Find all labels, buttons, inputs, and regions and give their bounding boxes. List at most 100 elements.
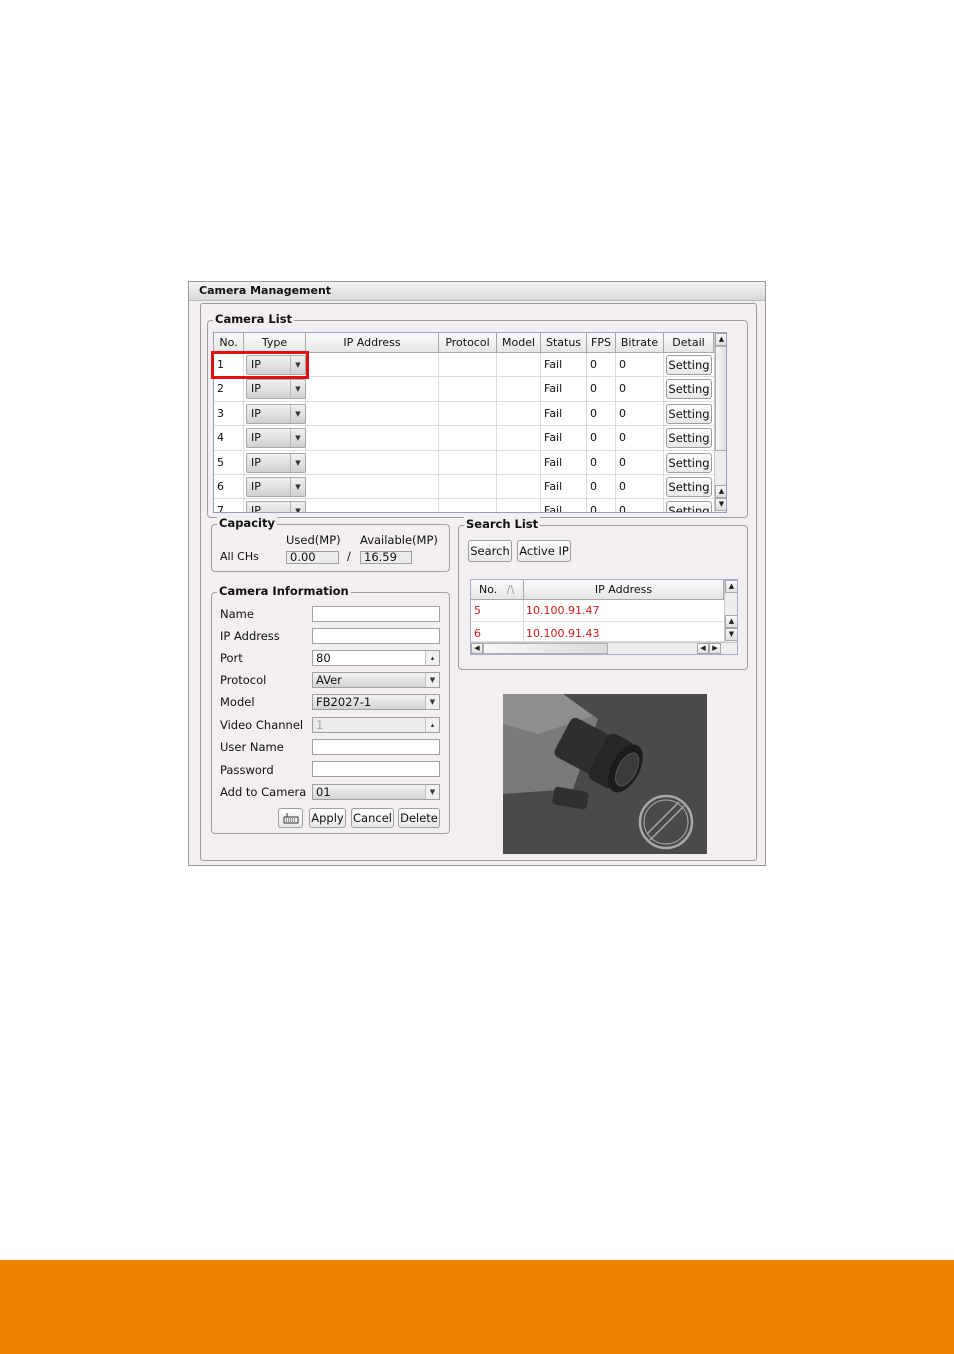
scroll-left-button[interactable]: ◀ [471,643,483,654]
user-name-input[interactable] [312,739,440,755]
search-col-header-no[interactable]: No. /\ [471,580,524,600]
camera-row[interactable]: 5 IP ▼ Fail 0 0 Setting [214,450,714,475]
delete-button[interactable]: Delete [398,808,440,828]
col-header-protocol[interactable]: Protocol [439,333,497,353]
spin-arrows-icon: ▴ [425,718,439,732]
name-input[interactable] [312,606,440,622]
hscroll-thumb[interactable] [483,643,608,654]
search-hscrollbar[interactable]: ◀ ◀ ▶ [471,642,737,654]
cell-status: Fail [541,450,587,474]
camera-info-legend: Camera Information [217,584,351,598]
type-dropdown[interactable]: IP ▼ [246,452,306,473]
scroll-down-button[interactable]: ▼ [725,628,737,641]
cell-status: Fail [541,377,587,401]
scroll-down-button[interactable]: ▼ [715,498,726,511]
keyboard-button[interactable] [278,808,303,828]
protocol-dropdown[interactable]: AVer ▼ [312,672,440,688]
camera-row[interactable]: 7 IP ▼ Fail 0 0 Setting [214,499,714,513]
cell-type: IP ▼ [244,450,306,474]
setting-button[interactable]: Setting [666,403,712,424]
cell-protocol [439,426,497,450]
camera-row[interactable]: 2 IP ▼ Fail 0 0 Setting [214,377,714,402]
scroll-up-button[interactable]: ▲ [725,580,737,593]
col-header-ip-address[interactable]: IP Address [306,333,439,353]
port-label: Port [220,651,243,665]
search-button[interactable]: Search [468,540,512,562]
setting-button[interactable]: Setting [666,477,712,497]
camera-info-group: Camera Information Name IP Address Port … [211,584,450,834]
cell-bitrate: 0 [616,450,664,474]
protocol-label: Protocol [220,673,267,687]
col-header-status[interactable]: Status [541,333,587,353]
main-panel: Camera List No. Type IP Address Protocol… [200,303,757,861]
search-vscrollbar[interactable]: ▲ ▲ ▼ [724,580,737,642]
camera-row[interactable]: 3 IP ▼ Fail 0 0 Setting [214,401,714,427]
cell-protocol [439,377,497,401]
col-header-fps[interactable]: FPS [587,333,616,353]
scroll-up-button[interactable]: ▲ [715,333,726,346]
setting-button[interactable]: Setting [666,379,712,400]
password-label: Password [220,763,274,777]
capacity-group: Capacity Used(MP) Available(MP) All CHs … [211,516,450,572]
col-header-bitrate[interactable]: Bitrate [616,333,664,353]
cell-model [497,499,541,512]
spin-arrows-icon[interactable]: ▴ [425,651,439,665]
search-results-table: No. /\ IP Address 5 10.100.91.47 6 10.10… [470,579,738,655]
type-value: IP [251,431,261,445]
available-label: Available(MP) [360,533,438,547]
cell-status: Fail [541,475,587,499]
col-header-no[interactable]: No. [214,333,244,353]
type-dropdown[interactable]: IP ▼ [246,477,306,497]
model-value: FB2027-1 [316,695,372,709]
add-to-camera-dropdown[interactable]: 01 ▼ [312,784,440,800]
chevron-down-icon: ▼ [425,673,439,687]
type-dropdown[interactable]: IP ▼ [246,403,306,424]
cell-bitrate: 0 [616,499,664,512]
cell-fps: 0 [587,499,616,512]
scroll-up-small-button[interactable]: ▲ [725,615,737,628]
port-spinner[interactable]: 80 ▴ [312,650,440,666]
col-header-type[interactable]: Type [244,333,306,353]
search-result-row[interactable]: 5 10.100.91.47 [471,600,725,622]
search-result-row[interactable]: 6 10.100.91.43 [471,622,725,642]
scroll-right-button[interactable]: ▶ [709,643,721,654]
sort-ascending-icon: /\ [506,583,515,596]
search-col-header-ip-address[interactable]: IP Address [524,580,724,600]
type-value: IP [251,504,261,513]
type-dropdown[interactable]: IP ▼ [246,501,306,513]
cell-bitrate: 0 [616,475,664,499]
search-result-ip: 10.100.91.47 [526,604,600,617]
cell-ip-address [306,353,439,377]
setting-button[interactable]: Setting [666,355,712,375]
active-ip-button[interactable]: Active IP [517,540,571,562]
camera-list-scrollbar[interactable]: ▲ ▲ ▼ [714,333,726,512]
col-header-model[interactable]: Model [497,333,541,353]
cell-status: Fail [541,426,587,450]
scroll-left-small-button[interactable]: ◀ [697,643,709,654]
type-dropdown[interactable]: IP ▼ [246,428,306,449]
scroll-thumb[interactable] [715,346,726,451]
password-input[interactable] [312,761,440,777]
setting-button[interactable]: Setting [666,428,712,449]
setting-button[interactable]: Setting [666,501,712,512]
model-dropdown[interactable]: FB2027-1 ▼ [312,694,440,710]
cell-detail: Setting [664,499,714,512]
search-result-no: 6 [471,622,524,641]
type-value: IP [251,455,261,469]
cell-ip-address [306,401,439,426]
cell-detail: Setting [664,377,714,400]
cell-ip-address [306,450,439,474]
ip-address-input[interactable] [312,628,440,644]
add-to-camera-value: 01 [316,785,331,799]
camera-row[interactable]: 6 IP ▼ Fail 0 0 Setting [214,475,714,500]
camera-row[interactable]: 4 IP ▼ Fail 0 0 Setting [214,426,714,451]
cell-bitrate: 0 [616,401,664,426]
cell-fps: 0 [587,475,616,499]
apply-button[interactable]: Apply [309,808,346,828]
scroll-up-small-button[interactable]: ▲ [715,485,726,498]
cell-status: Fail [541,499,587,512]
cancel-button[interactable]: Cancel [351,808,394,828]
setting-button[interactable]: Setting [666,452,712,473]
col-header-detail[interactable]: Detail [664,333,714,353]
type-dropdown[interactable]: IP ▼ [246,379,306,400]
